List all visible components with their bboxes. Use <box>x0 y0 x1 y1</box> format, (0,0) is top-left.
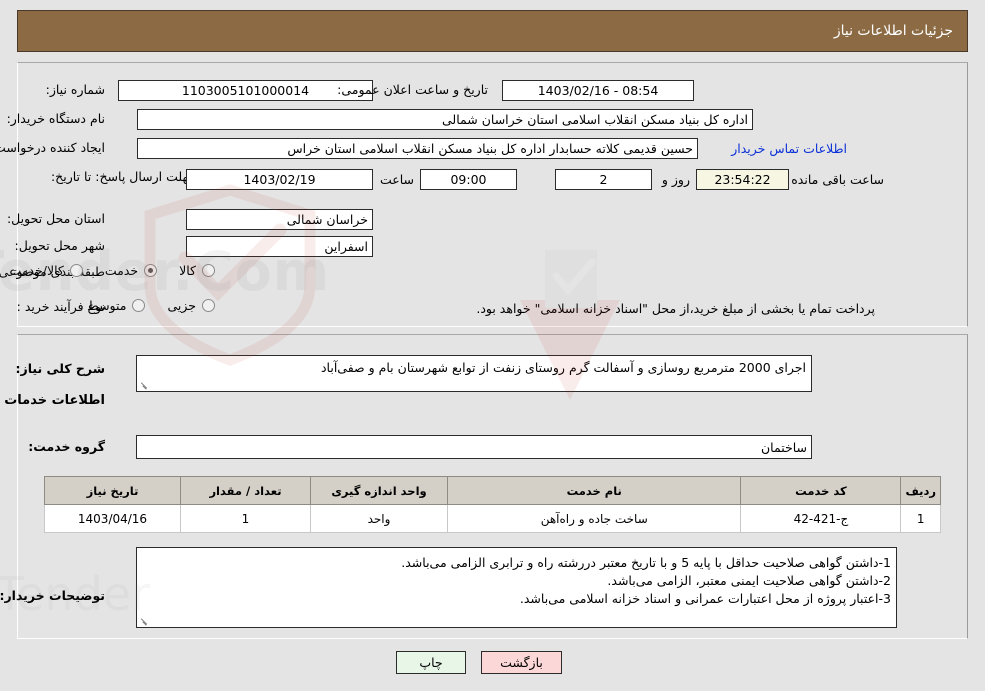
page-root: جزئیات اطلاعات نیاز شماره نیاز: 11030051… <box>0 0 985 691</box>
purchase-type-radio-group: جزیی متوسط <box>71 298 215 313</box>
page-title: جزئیات اطلاعات نیاز <box>833 23 953 39</box>
buyer-note-line-3: 3-اعتبار پروژه از محل اعتبارات عمرانی و … <box>519 591 891 607</box>
buyer-notes-label: توضیحات خریدار: <box>0 588 105 603</box>
deadline-hour-label: ساعت <box>379 172 414 187</box>
radio-purchase-jozee[interactable] <box>202 299 215 312</box>
resize-grip-icon[interactable] <box>139 616 149 626</box>
page-header: جزئیات اطلاعات نیاز <box>17 10 968 52</box>
cell-quantity: 1 <box>180 504 311 533</box>
cell-date: 1403/04/16 <box>44 504 181 533</box>
radio-category-kala[interactable] <box>202 264 215 277</box>
need-number-field[interactable]: 1103005101000014 <box>118 80 373 101</box>
service-group-label: گروه خدمت: <box>28 439 105 454</box>
col-code: کد خدمت <box>740 476 902 505</box>
days-word-label: روز و <box>661 172 690 187</box>
city-field[interactable]: اسفراین <box>186 236 373 257</box>
radio-category-kala-khedmat-label: کالا/خدمت <box>9 263 64 278</box>
description-textarea[interactable]: اجرای 2000 مترمربع روسازی و آسفالت گرم ر… <box>136 355 812 392</box>
resize-grip-icon[interactable] <box>139 380 149 390</box>
buyer-note-line-1: 1-داشتن گواهی صلاحیت حداقل با پایه 5 و ب… <box>401 555 891 570</box>
buyer-org-field[interactable]: اداره کل بنیاد مسکن انقلاب اسلامی استان … <box>137 109 753 130</box>
cell-unit: واحد <box>310 504 448 533</box>
announce-label-row: تاریخ و ساعت اعلان عمومی: <box>337 82 488 97</box>
city-label-row: شهر محل تحویل: <box>15 238 105 253</box>
need-info-panel <box>17 62 968 327</box>
table-header-row: ردیف کد خدمت نام خدمت واحد اندازه گیری ت… <box>44 476 941 505</box>
print-button[interactable]: چاپ <box>396 651 466 674</box>
services-table: ردیف کد خدمت نام خدمت واحد اندازه گیری ت… <box>44 476 941 533</box>
description-label: شرح کلی نیاز: <box>15 361 105 376</box>
buyer-contact-link[interactable]: اطلاعات تماس خریدار <box>731 141 847 156</box>
creator-field[interactable]: حسین قدیمی کلاته حسابدار اداره کل بنیاد … <box>137 138 698 159</box>
col-name: نام خدمت <box>446 476 742 505</box>
deadline-time-field[interactable]: 09:00 <box>420 169 517 190</box>
announce-label: تاریخ و ساعت اعلان عمومی: <box>337 82 488 97</box>
radio-category-khedmat-label: خدمت <box>104 263 139 278</box>
buyer-org-label: نام دستگاه خریدار: <box>6 111 105 126</box>
province-field[interactable]: خراسان شمالی <box>186 209 373 230</box>
deadline-date-field[interactable]: 1403/02/19 <box>186 169 373 190</box>
col-index: ردیف <box>900 476 941 505</box>
col-quantity: تعداد / مقدار <box>180 476 311 505</box>
province-label: استان محل تحویل: <box>6 211 105 226</box>
radio-purchase-motavaset-label: متوسط <box>87 298 127 313</box>
back-button[interactable]: بازگشت <box>481 651 562 674</box>
service-group-field[interactable]: ساختمان <box>136 435 812 459</box>
radio-category-khedmat[interactable] <box>144 264 158 277</box>
cell-code: ج-421-42 <box>740 504 902 533</box>
countdown-field: 23:54:22 <box>696 169 789 190</box>
col-unit: واحد اندازه گیری <box>310 476 448 505</box>
description-text: اجرای 2000 مترمربع روسازی و آسفالت گرم ر… <box>320 360 806 375</box>
countdown-suffix-label: ساعت باقی مانده <box>791 172 884 187</box>
deadline-label: مهلت ارسال پاسخ: تا تاریخ: <box>50 169 195 184</box>
buyer-note-line-2: 2-داشتن گواهی صلاحیت ایمنی معتبر، الزامی… <box>607 573 891 589</box>
cell-index: 1 <box>900 504 941 533</box>
city-label: شهر محل تحویل: <box>14 238 105 253</box>
col-date: تاریخ نیاز <box>44 476 181 505</box>
announce-datetime-field[interactable]: 08:54 - 1403/02/16 <box>502 80 694 101</box>
cell-name: ساخت جاده و راه‌آهن <box>446 504 742 533</box>
province-label-row: استان محل تحویل: <box>7 211 105 226</box>
need-number-label-row: شماره نیاز: <box>46 82 105 97</box>
buyer-notes-textarea[interactable]: 1-داشتن گواهی صلاحیت حداقل با پایه 5 و ب… <box>136 547 897 628</box>
table-row[interactable]: 1 ج-421-42 ساخت جاده و راه‌آهن واحد 1 14… <box>44 504 941 533</box>
creator-label: ایجاد کننده درخواست: <box>0 140 105 155</box>
days-left-field[interactable]: 2 <box>555 169 652 190</box>
services-heading: اطلاعات خدمات مورد نیاز <box>0 393 105 408</box>
treasury-note: پرداخت تمام یا بخشی از مبلغ خرید،از محل … <box>476 301 875 316</box>
radio-purchase-jozee-label: جزیی <box>167 298 196 313</box>
category-radio-group: کالا خدمت کالا/خدمت <box>0 263 215 278</box>
buyer-org-label-row: نام دستگاه خریدار: <box>7 111 105 126</box>
radio-category-kala-label: کالا <box>179 263 196 278</box>
creator-label-row: ایجاد کننده درخواست: <box>0 140 105 155</box>
need-number-label: شماره نیاز: <box>45 82 105 97</box>
radio-purchase-motavaset[interactable] <box>132 299 146 312</box>
radio-category-kala-khedmat[interactable] <box>69 264 83 277</box>
